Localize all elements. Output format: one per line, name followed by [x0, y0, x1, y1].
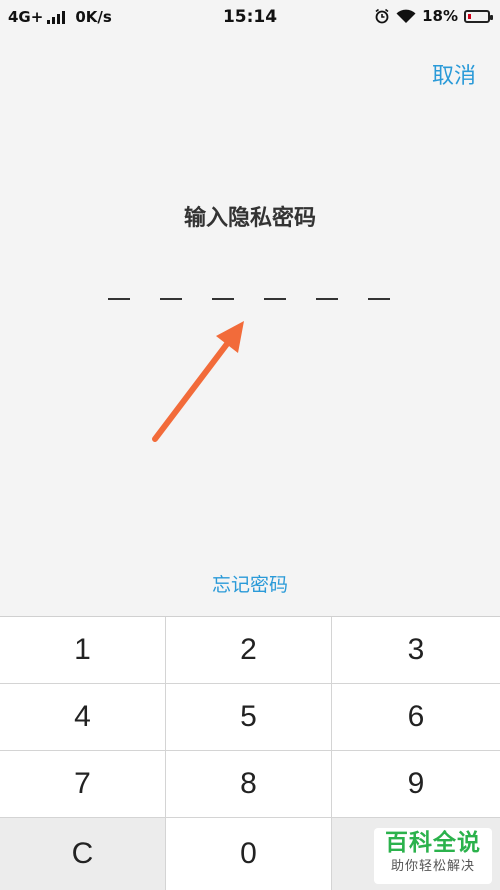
key-3[interactable]: 3 — [332, 617, 500, 684]
annotation-arrow-icon — [152, 321, 244, 442]
status-bar: 4G+ 0K/s 15:14 18% — [0, 0, 500, 34]
key-clear[interactable]: C — [0, 818, 166, 890]
pin-slot — [316, 298, 338, 300]
pin-input[interactable] — [108, 298, 390, 300]
forgot-password-link[interactable]: 忘记密码 — [0, 570, 500, 597]
watermark-logo: 百科全说 助你轻松解决 — [374, 828, 492, 884]
pin-slot — [108, 298, 130, 300]
key-0[interactable]: 0 — [166, 818, 332, 890]
key-4[interactable]: 4 — [0, 684, 166, 751]
watermark-title: 百科全说 — [385, 830, 481, 856]
key-7[interactable]: 7 — [0, 751, 166, 818]
pin-slot — [264, 298, 286, 300]
status-right: 18% — [374, 7, 493, 25]
keypad: 1 2 3 4 5 6 7 8 9 C 0 百科全说 助你轻松解决 — [0, 616, 500, 890]
watermark-subtitle: 助你轻松解决 — [390, 859, 475, 874]
key-8[interactable]: 8 — [166, 751, 332, 818]
key-5[interactable]: 5 — [166, 684, 332, 751]
alarm-icon — [375, 8, 389, 24]
battery-percent: 18% — [422, 7, 458, 25]
pin-slot — [368, 298, 390, 300]
cancel-button[interactable]: 取消 — [432, 58, 476, 90]
page-title: 输入隐私密码 — [183, 206, 316, 231]
pin-slot — [212, 298, 234, 300]
key-1[interactable]: 1 — [0, 617, 166, 684]
key-9[interactable]: 9 — [332, 751, 500, 818]
key-6[interactable]: 6 — [332, 684, 500, 751]
key-2[interactable]: 2 — [166, 617, 332, 684]
pin-slot — [160, 298, 182, 300]
wifi-icon — [396, 9, 416, 23]
battery-icon — [464, 9, 493, 23]
